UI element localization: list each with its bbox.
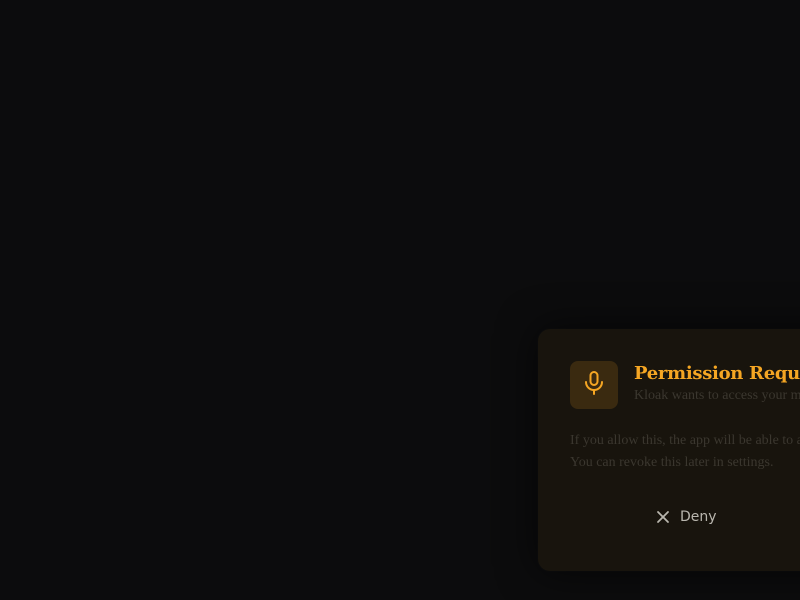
deny-button-label: Deny [680, 509, 717, 525]
permission-dialog: Permission Request Kloak wants to access… [538, 329, 800, 571]
deny-button[interactable]: Deny [646, 501, 727, 533]
dialog-body: If you allow this, the app will be able … [570, 430, 800, 474]
dialog-title: Permission Request [634, 363, 800, 384]
close-icon [656, 510, 670, 524]
dialog-body-line: You can revoke this later in settings. [570, 455, 774, 470]
microphone-icon-box [570, 361, 618, 409]
dialog-body-line: If you allow this, the app will be able … [570, 433, 800, 448]
screen: Permission Request Kloak wants to access… [0, 0, 800, 600]
microphone-icon [583, 370, 605, 400]
dialog-subtitle: Kloak wants to access your m [634, 388, 800, 403]
